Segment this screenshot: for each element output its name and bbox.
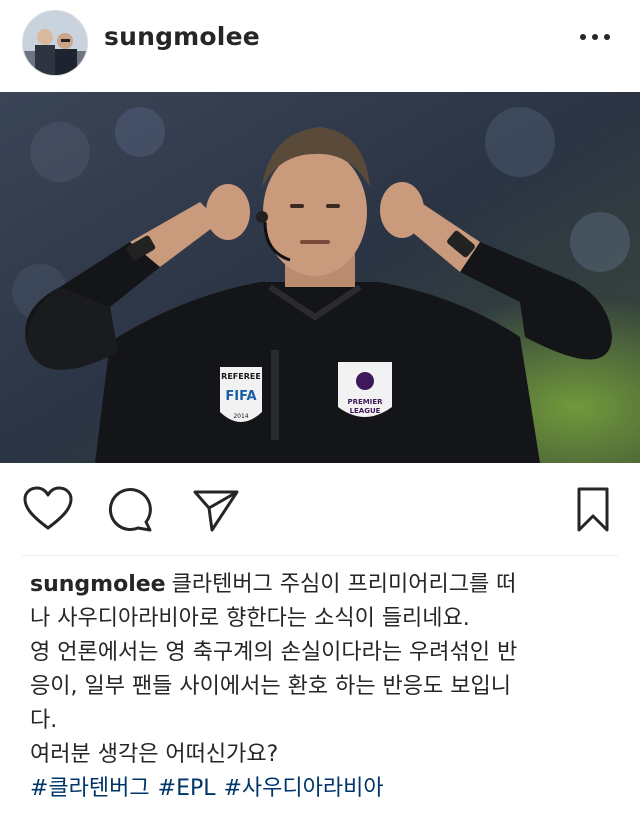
referee-badge: REFEREE FIFA 2014 bbox=[220, 367, 262, 422]
heart-icon[interactable] bbox=[22, 486, 74, 538]
hashtag-list: #클라텐버그 #EPL #사우디아라비아 bbox=[30, 772, 620, 806]
avatar[interactable] bbox=[22, 10, 88, 76]
svg-text:REFEREE: REFEREE bbox=[221, 372, 261, 381]
svg-text:PREMIER: PREMIER bbox=[347, 398, 383, 406]
caption-line: sungmolee 클라텐버그 주심이 프리미어리그를 떠 bbox=[30, 568, 620, 602]
more-options-icon[interactable] bbox=[580, 30, 610, 44]
divider bbox=[22, 555, 618, 556]
caption-text: 응이, 일부 팬들 사이에서는 환호 하는 반응도 보입니 bbox=[30, 674, 511, 699]
post-photo[interactable]: REFEREE FIFA 2014 PREMIER LEAGUE bbox=[0, 92, 640, 463]
hashtag-link[interactable]: #클라텐버그 bbox=[30, 776, 150, 801]
comment-icon[interactable] bbox=[108, 486, 154, 538]
send-icon[interactable] bbox=[192, 486, 240, 538]
post-caption: sungmolee 클라텐버그 주심이 프리미어리그를 떠 나 사우디아라비아로 … bbox=[30, 568, 620, 806]
hashtag-link[interactable]: #EPL bbox=[158, 776, 216, 801]
caption-text: 여러분 생각은 어떠신가요? bbox=[30, 742, 279, 767]
caption-text: 다. bbox=[30, 708, 58, 733]
caption-text: 나 사우디아라비아로 향한다는 소식이 들리네요. bbox=[30, 606, 470, 631]
post-username[interactable]: sungmolee bbox=[104, 22, 260, 51]
post-header: sungmolee bbox=[0, 0, 640, 88]
bookmark-icon[interactable] bbox=[576, 486, 610, 538]
svg-text:LEAGUE: LEAGUE bbox=[350, 407, 381, 415]
caption-text: 클라텐버그 주심이 프리미어리그를 떠 bbox=[171, 572, 517, 597]
post-actions bbox=[0, 486, 640, 534]
hashtag-link[interactable]: #사우디아라비아 bbox=[224, 776, 384, 801]
caption-username[interactable]: sungmolee bbox=[30, 572, 166, 597]
premier-league-badge: PREMIER LEAGUE bbox=[338, 362, 392, 417]
caption-text: 영 언론에서는 영 축구계의 손실이다라는 우려섞인 반 bbox=[30, 640, 518, 665]
svg-text:FIFA: FIFA bbox=[225, 389, 256, 404]
svg-text:2014: 2014 bbox=[233, 413, 248, 420]
